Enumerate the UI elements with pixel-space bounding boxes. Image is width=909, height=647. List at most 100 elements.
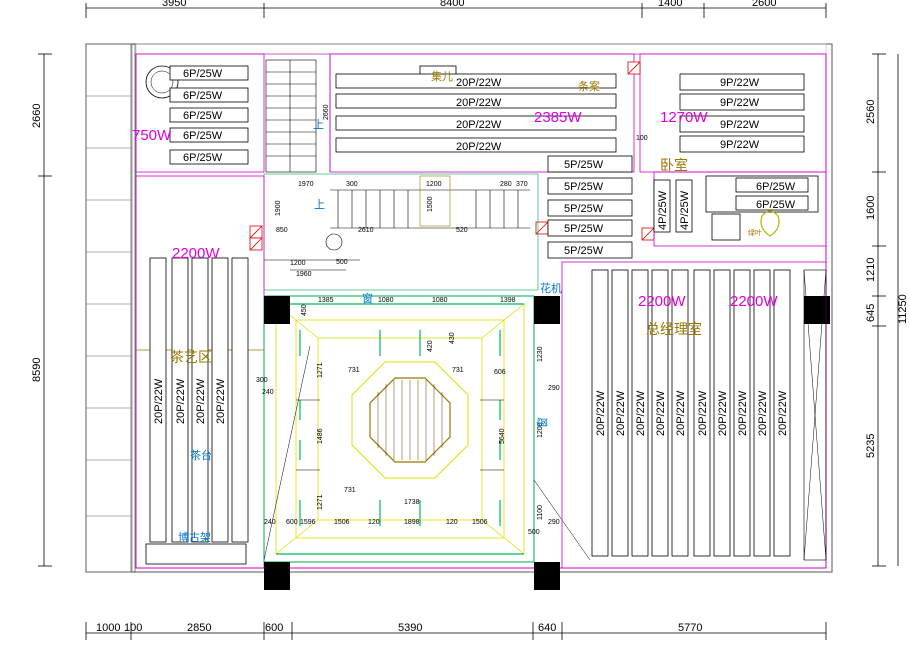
dim-1500: 1500 (427, 196, 434, 212)
fixture-4p-1: 4P/25W (657, 190, 669, 230)
dim-top-3: 1400 (658, 0, 682, 9)
fixture-20p-1: 20P/22W (456, 77, 502, 89)
desk-label: 条案 (578, 79, 600, 93)
fixture-6p-3: 6P/25W (183, 110, 223, 122)
dim-450: 450 (301, 304, 308, 316)
wattage-2385: 2385W (534, 109, 582, 126)
fixture-20p-v2: 20P/22W (175, 378, 187, 424)
wattage-2200-office-b: 2200W (730, 293, 778, 310)
bedroom-label: 卧室 (660, 157, 688, 173)
tea-zone (135, 175, 265, 569)
dim-1898: 1898 (404, 519, 420, 526)
dim-731-a: 731 (348, 367, 360, 374)
fixture-5p-2: 5P/25W (564, 181, 604, 193)
dim-280: 280 (500, 181, 512, 188)
dim-300: 300 (346, 181, 358, 188)
top-wall (135, 43, 827, 55)
dim-bottom-6: 640 (538, 622, 556, 634)
meeting-label: 集儿 (431, 69, 453, 83)
dim-2660-small: 2660 (323, 104, 330, 120)
wattage-2200-office-a: 2200W (638, 293, 686, 310)
dim-1596: 1596 (300, 519, 316, 526)
dim-1506-b: 1506 (472, 519, 488, 526)
fixture-20p-o4: 20P/22W (655, 390, 667, 436)
dim-370: 370 (516, 181, 528, 188)
fixture-5p-3: 5P/25W (564, 203, 604, 215)
fixture-20p-3: 20P/22W (456, 119, 502, 131)
fixture-20p-o3: 20P/22W (635, 390, 647, 436)
dim-1398: 1398 (500, 297, 516, 304)
dim-bottom-1: 1000 (96, 622, 120, 634)
dim-1506-a: 1506 (334, 519, 350, 526)
fixture-5p-1: 5P/25W (564, 159, 604, 171)
dim-731-c: 731 (344, 487, 356, 494)
fixture-6p-7: 6P/25W (756, 199, 796, 211)
fixture-6p-2: 6P/25W (183, 90, 223, 102)
fixture-20p-o1: 20P/22W (595, 390, 607, 436)
fixture-20p-v4: 20P/22W (215, 378, 227, 424)
dim-520: 520 (456, 227, 468, 234)
dim-850: 850 (276, 227, 288, 234)
dim-290-b: 290 (548, 519, 560, 526)
tea-table-label: 茶台 (190, 448, 212, 462)
plant-label: 绿叶 (748, 228, 762, 237)
fixture-20p-v3: 20P/22W (195, 378, 207, 424)
left-dimension (38, 53, 52, 567)
fixture-20p-o5: 20P/22W (675, 390, 687, 436)
dim-606: 606 (494, 369, 506, 376)
fixture-20p-o10: 20P/22W (777, 390, 789, 436)
dim-731-b: 731 (452, 367, 464, 374)
dim-top-2: 8400 (440, 0, 464, 9)
window-right-label: 窗 (535, 417, 549, 428)
fixture-9p-3: 9P/22W (720, 119, 760, 131)
fixture-20p-4: 20P/22W (456, 141, 502, 153)
dim-1080-a: 1080 (378, 297, 394, 304)
fixture-5p-5: 5P/25W (564, 245, 604, 257)
tea-zone-label: 茶艺区 (170, 349, 212, 365)
dim-1080-b: 1080 (432, 297, 448, 304)
dim-bottom-2: 100 (124, 622, 142, 634)
dim-240-a: 240 (264, 519, 276, 526)
dim-top-4: 2600 (752, 0, 776, 9)
wattage-2200-tea: 2200W (172, 245, 220, 262)
fixture-6p-4: 6P/25W (183, 130, 223, 142)
bottom-shelf-label: 博古架 (178, 531, 211, 544)
dim-overall: 11250 (897, 294, 909, 324)
dim-1200b: 1200 (290, 260, 306, 267)
fixture-9p-2: 9P/22W (720, 97, 760, 109)
fixture-20p-v1: 20P/22W (153, 378, 165, 424)
dim-1738: 1738 (404, 499, 420, 506)
dim-right-2: 1600 (865, 196, 877, 220)
fixture-9p-1: 9P/22W (720, 77, 760, 89)
dim-1100: 1100 (537, 505, 544, 520)
fixture-5p-4: 5P/25W (564, 223, 604, 235)
stair-up-label-2: 上 (314, 198, 325, 211)
fixture-20p-o7: 20P/22W (717, 390, 729, 436)
dim-240-b: 240 (262, 389, 274, 396)
dim-left-1: 2660 (31, 104, 43, 128)
dim-1960: 1960 (296, 271, 312, 278)
dim-1230: 1230 (537, 346, 544, 362)
dim-120-a: 120 (368, 519, 380, 526)
window-top-label: 窗 (362, 291, 373, 305)
dim-1970: 1970 (298, 181, 314, 188)
dim-120-b: 120 (446, 519, 458, 526)
dim-1900: 1900 (275, 200, 282, 216)
fixture-20p-o2: 20P/22W (615, 390, 627, 436)
dim-1200: 1200 (426, 181, 442, 188)
stair-top (265, 54, 331, 173)
dim-100-top: 100 (636, 135, 648, 142)
fixture-20p-2: 20P/22W (456, 97, 502, 109)
fixture-20p-o9: 20P/22W (757, 390, 769, 436)
dim-bottom-7: 5770 (678, 622, 702, 634)
dim-290-a: 290 (548, 385, 560, 392)
dim-300-b: 300 (256, 377, 268, 384)
fixture-20p-o8: 20P/22W (737, 390, 749, 436)
dim-left-2: 8590 (31, 358, 43, 382)
fixture-6p-6: 6P/25W (756, 181, 796, 193)
dim-bottom-3: 2850 (187, 622, 211, 634)
wattage-750: 750W (132, 127, 172, 144)
dim-430: 430 (449, 332, 456, 344)
fixture-20p-o6: 20P/22W (697, 390, 709, 436)
dim-1271-b: 1271 (317, 494, 324, 510)
